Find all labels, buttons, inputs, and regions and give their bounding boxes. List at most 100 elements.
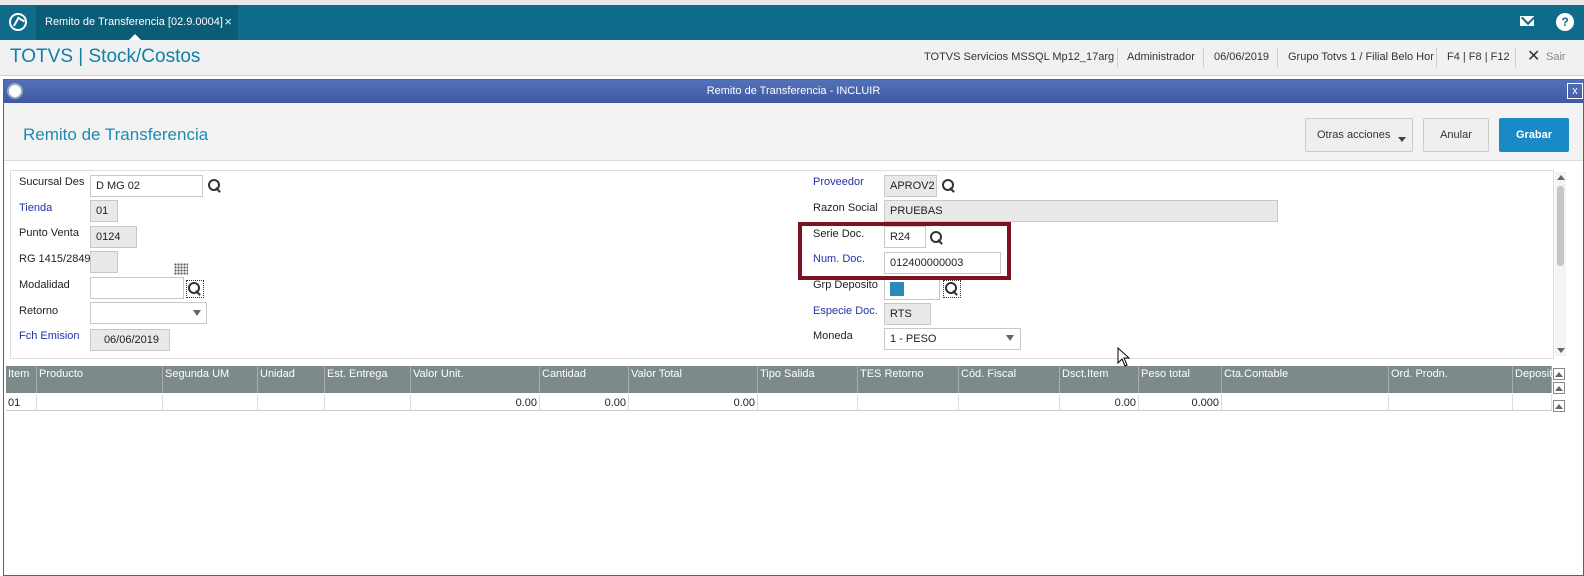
fch-emision-label: Fch Emision — [19, 330, 80, 342]
grid-cell[interactable]: 01 — [6, 394, 37, 411]
grid-cell[interactable] — [1222, 394, 1389, 411]
grid-cell[interactable]: 0.000 — [1139, 394, 1222, 411]
grid-cell[interactable] — [858, 394, 959, 411]
app-header: TOTVS | Stock/Costos TOTVS Servicios MSS… — [0, 40, 1584, 76]
user-info[interactable]: Administrador — [1127, 51, 1195, 63]
fch-emision-input[interactable]: 06/06/2019 — [90, 329, 170, 351]
grid-cell[interactable]: 0.00 — [629, 394, 758, 411]
form-scrollbar[interactable] — [1555, 172, 1566, 356]
shortcuts-info[interactable]: F4 | F8 | F12 — [1447, 51, 1510, 63]
sucursal-input[interactable]: D MG 02 — [90, 175, 203, 197]
retorno-label: Retorno — [19, 305, 59, 317]
search-icon[interactable] — [943, 280, 961, 298]
divider — [1277, 48, 1278, 68]
grid-col-header[interactable]: Item — [6, 366, 37, 393]
scroll-down-icon[interactable] — [1557, 348, 1565, 353]
branch-info[interactable]: Grupo Totvs 1 / Filial Belo Hor — [1288, 51, 1434, 63]
moneda-select[interactable]: 1 - PESO — [884, 328, 1021, 350]
otras-acciones-label: Otras acciones — [1317, 129, 1391, 141]
grid-col-header[interactable]: Producto — [37, 366, 163, 393]
grid-col-header[interactable]: Est. Entrega — [325, 366, 411, 393]
sucursal-label: Sucursal Des — [19, 176, 85, 188]
grp-deposito-input[interactable] — [884, 278, 940, 300]
tab-close-icon[interactable]: × — [224, 14, 232, 29]
chevron-down-icon — [193, 310, 201, 316]
grid-prev-button[interactable] — [1553, 382, 1565, 394]
grid-side-controls — [1552, 366, 1566, 414]
retorno-select[interactable] — [90, 302, 207, 324]
window-app-icon — [7, 83, 23, 99]
tab-remito[interactable]: Remito de Transferencia [02.9.0004] × — [36, 5, 238, 41]
rg-input[interactable] — [90, 251, 118, 273]
especie-doc-input[interactable]: RTS — [884, 303, 931, 325]
mouse-cursor-icon — [1117, 347, 1131, 367]
razon-social-input[interactable]: PRUEBAS — [884, 200, 1278, 222]
moneda-label: Moneda — [813, 330, 853, 342]
grid-col-header[interactable]: Peso total — [1139, 366, 1222, 393]
highlight-box — [798, 222, 1011, 280]
search-icon[interactable] — [942, 179, 956, 193]
proveedor-input[interactable]: APROV2 — [884, 175, 937, 197]
top-tab-bar: Remito de Transferencia [02.9.0004] × ? — [0, 0, 1584, 41]
help-icon[interactable]: ? — [1556, 13, 1574, 31]
caret-up-icon — [1555, 372, 1563, 377]
grid-col-header[interactable]: Unidad — [258, 366, 325, 393]
grid-cell[interactable] — [1513, 394, 1552, 411]
caret-up-icon — [1555, 404, 1563, 409]
grid-cell[interactable] — [37, 394, 163, 411]
punto-venta-input[interactable]: 0124 — [90, 226, 137, 248]
grid-col-header[interactable]: TES Retorno — [858, 366, 959, 393]
search-icon[interactable] — [186, 280, 204, 298]
otras-acciones-button[interactable]: Otras acciones — [1305, 118, 1413, 152]
grid-col-header[interactable]: Ord. Prodn. — [1389, 366, 1513, 393]
dialog-close-icon[interactable]: x — [1567, 83, 1583, 99]
app-title: TOTVS | Stock/Costos — [10, 46, 201, 67]
exit-label[interactable]: Sair — [1546, 51, 1566, 63]
chevron-down-icon — [1006, 335, 1014, 341]
razon-social-label: Razon Social — [813, 202, 878, 214]
tab-label: Remito de Transferencia [02.9.0004] — [45, 16, 223, 28]
grid-cell[interactable] — [163, 394, 258, 411]
punto-venta-label: Punto Venta — [19, 227, 79, 239]
grid-cell[interactable] — [758, 394, 858, 411]
exit-icon[interactable]: ✕ — [1527, 46, 1540, 66]
grid-col-header[interactable]: Cód. Fiscal — [959, 366, 1060, 393]
anular-button[interactable]: Anular — [1423, 118, 1489, 152]
divider — [1515, 48, 1516, 68]
grid-row-up-button[interactable] — [1553, 400, 1565, 412]
grid-col-header[interactable]: Dsct.Item — [1060, 366, 1139, 393]
grid-col-header[interactable]: Segunda UM — [163, 366, 258, 393]
grid-cell[interactable] — [1389, 394, 1513, 411]
proveedor-label: Proveedor — [813, 176, 864, 188]
grid-col-header[interactable]: Valor Unit. — [411, 366, 540, 393]
caret-up-icon — [1555, 386, 1563, 391]
grid-cell[interactable]: 0.00 — [540, 394, 629, 411]
tienda-input[interactable]: 01 — [90, 200, 118, 222]
search-icon[interactable] — [208, 179, 222, 193]
divider — [1436, 48, 1437, 68]
grabar-button[interactable]: Grabar — [1499, 118, 1569, 152]
scroll-up-icon[interactable] — [1557, 175, 1565, 180]
grid-col-header[interactable]: Cantidad — [540, 366, 629, 393]
grid-cell[interactable] — [959, 394, 1060, 411]
date-info[interactable]: 06/06/2019 — [1214, 51, 1269, 63]
calendar-icon[interactable] — [174, 263, 188, 275]
grid-cell[interactable] — [258, 394, 325, 411]
grid-top-button[interactable] — [1553, 368, 1565, 380]
grid-header: Item Producto Segunda UM Unidad Est. Entrega… — [6, 366, 1558, 393]
mail-icon[interactable] — [1520, 16, 1534, 26]
modalidad-label: Modalidad — [19, 279, 70, 291]
grid-col-header[interactable]: Valor Total — [629, 366, 758, 393]
grid-cell[interactable]: 0.00 — [1060, 394, 1139, 411]
scroll-thumb[interactable] — [1557, 186, 1564, 266]
grid-col-header[interactable]: Cta.Contable — [1222, 366, 1389, 393]
divider — [1203, 48, 1204, 68]
grid-col-header[interactable]: Tipo Salida — [758, 366, 858, 393]
color-swatch — [890, 282, 904, 296]
grid-cell[interactable] — [325, 394, 411, 411]
rg-label: RG 1415/2849 — [19, 253, 91, 265]
grid-cell[interactable]: 0.00 — [411, 394, 540, 411]
totvs-logo-icon[interactable] — [9, 13, 27, 31]
modalidad-input[interactable] — [90, 277, 184, 299]
grid-col-header[interactable]: Deposito — [1513, 366, 1558, 393]
